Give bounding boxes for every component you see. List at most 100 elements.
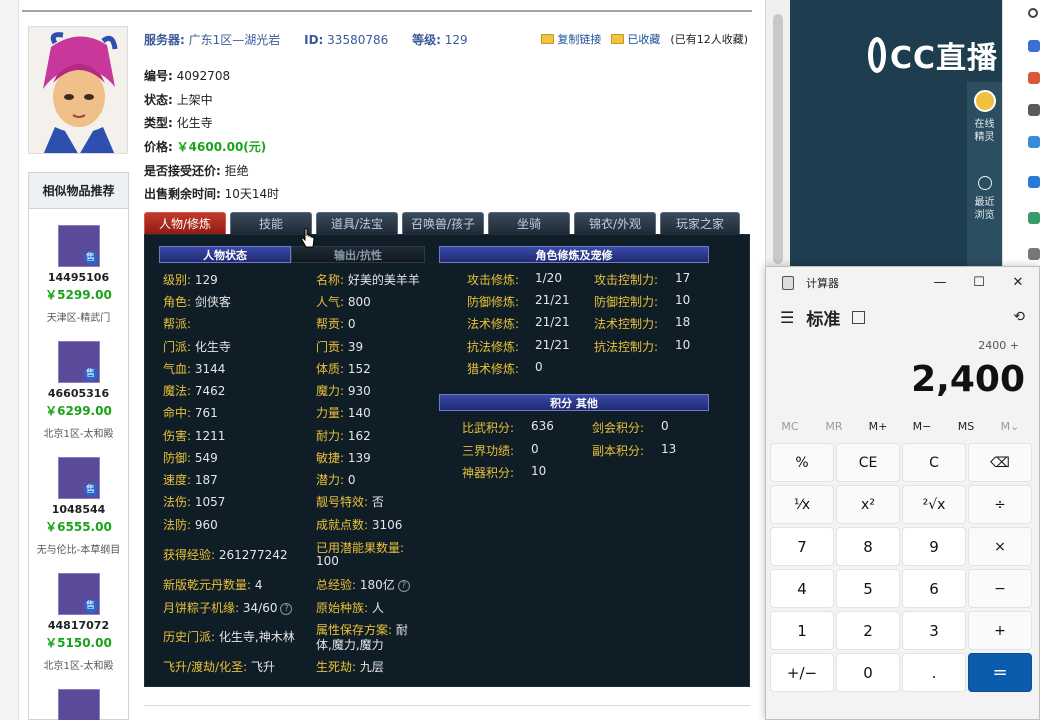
close-button[interactable]: ✕ [1008,273,1028,293]
add-icon[interactable] [1028,248,1040,260]
history-row: 历史门派: 化生寺,神木林 [163,630,295,644]
calculator-window: 计算器 — ☐ ✕ ☰ 标准 ⟲ 2400 + 2,400 MC MR M+ M… [765,266,1040,720]
sale-badge: 售 [83,599,98,613]
life-row: 生死劫: 九层 [316,660,384,674]
recommend-price: ￥6299.00 [45,404,112,418]
cult-row: 猎术修炼: [467,362,520,376]
help-icon[interactable]: ? [280,602,293,615]
digit-5-key[interactable]: 5 [836,569,900,608]
memory-clear-button[interactable]: MC [769,420,811,433]
extension-icon[interactable] [1028,212,1040,224]
memory-recall-button[interactable]: MR [813,420,855,433]
square-key[interactable]: x² [836,485,900,524]
stat-row: 角色: 剑侠客 [163,295,231,309]
calculator-titlebar[interactable]: 计算器 — ☐ ✕ [766,267,1040,299]
memory-subtract-button[interactable]: M− [901,420,943,433]
recommend-item[interactable]: 售 1048544 ￥6555.00 无与伦比-本草纲目 [29,457,128,556]
digit-4-key[interactable]: 4 [770,569,834,608]
tab-pets[interactable]: 召唤兽/孩子 [402,212,484,234]
digit-8-key[interactable]: 8 [836,527,900,566]
add-key[interactable]: + [968,611,1032,650]
toolbox-icon[interactable] [1028,72,1040,84]
digit-9-key[interactable]: 9 [902,527,966,566]
user-icon[interactable] [1028,104,1040,116]
section-status[interactable]: 人物状态 [159,246,291,263]
race-row: 原始种族: 人 [316,601,384,615]
sprite-avatar-icon [973,90,996,112]
tab-items[interactable]: 道具/法宝 [316,212,398,234]
equals-key[interactable]: = [968,653,1032,692]
digit-3-key[interactable]: 3 [902,611,966,650]
recommend-item[interactable] [29,689,128,720]
divide-key[interactable]: ÷ [968,485,1032,524]
negate-key[interactable]: +/− [770,653,834,692]
recommend-item[interactable]: 售 44817072 ￥5150.00 北京1区-太和殿 [29,573,128,672]
stat-row: 成就点数: 3106 [316,518,403,532]
cult-row: 攻击修炼: [467,273,520,287]
tab-mounts[interactable]: 坐骑 [488,212,570,234]
search-icon[interactable] [1028,8,1038,18]
collect-count: (已有12人收藏) [670,33,748,46]
reciprocal-key[interactable]: ⅟x [770,485,834,524]
digit-2-key[interactable]: 2 [836,611,900,650]
tab-home[interactable]: 玩家之家 [660,212,740,234]
recommend-server: 北京1区-太和殿 [43,429,114,440]
collected-button[interactable]: 已收藏 [611,31,660,47]
cult-value: 18 [675,315,691,329]
tab-character[interactable]: 人物/修炼 [144,212,226,234]
cult-value: 1/20 [535,271,562,285]
points-row: 神器积分: [462,466,515,480]
digit-0-key[interactable]: 0 [836,653,900,692]
result-display: 2,400 [911,359,1025,400]
detail-tabs: 人物/修炼 技能 道具/法宝 召唤兽/孩子 坐骑 锦衣/外观 玩家之家 [144,212,750,234]
percent-key[interactable]: % [770,443,834,482]
minimize-button[interactable]: — [930,273,950,293]
copy-link-button[interactable]: 复制链接 [541,31,601,47]
clear-key[interactable]: C [902,443,966,482]
memory-store-button[interactable]: MS [945,420,987,433]
recommend-item[interactable]: 售 46605316 ￥6299.00 北京1区-太和殿 [29,341,128,440]
cult-value: 21/21 [535,338,570,352]
keep-on-top-icon[interactable] [852,310,866,324]
outlook-icon[interactable] [1028,176,1040,188]
level-value: 129 [444,33,468,47]
mode-title: 标准 [806,309,841,330]
stat-row: 法防: 960 [163,518,218,532]
digit-7-key[interactable]: 7 [770,527,834,566]
item-thumbnail[interactable]: 售 [57,457,100,499]
recent-browse-label: 最近 浏览 [974,197,995,221]
tab-outfits[interactable]: 锦衣/外观 [574,212,656,234]
hamburger-menu-icon[interactable]: ☰ [780,308,794,327]
recent-browse-button[interactable]: 最近 浏览 [967,176,1002,222]
cult-row: 抗法控制力: [594,340,659,354]
recommend-id: 14495106 [47,271,110,284]
recommend-item[interactable]: 售 14495106 ￥5299.00 天津区-精武门 [29,225,128,324]
digit-6-key[interactable]: 6 [902,569,966,608]
cc-logo-icon [868,37,886,73]
subtract-key[interactable]: − [968,569,1032,608]
scrollbar-thumb[interactable] [773,14,783,264]
sqrt-key[interactable]: ²√x [902,485,966,524]
history-icon[interactable]: ⟲ [1013,309,1025,325]
online-sprite-label: 在线 精灵 [974,119,995,143]
stat-row: 防御: 549 [163,451,218,465]
stat-row: 伤害: 1211 [163,429,226,443]
maximize-button[interactable]: ☐ [969,273,989,293]
multiply-key[interactable]: × [968,527,1032,566]
online-sprite-button[interactable]: 在线 精灵 [967,90,1002,144]
item-thumbnail[interactable]: 售 [57,225,100,267]
points-value: 636 [531,419,554,433]
item-thumbnail[interactable]: 售 [57,573,100,615]
cloud-icon[interactable] [1028,136,1040,148]
backspace-key[interactable]: ⌫ [968,443,1032,482]
decimal-key[interactable]: . [902,653,966,692]
memory-add-button[interactable]: M+ [857,420,899,433]
memory-list-button[interactable]: M⌄ [989,420,1031,433]
help-icon[interactable]: ? [397,579,410,592]
clear-entry-key[interactable]: CE [836,443,900,482]
similar-items-sidebar: 相似物品推荐 售 14495106 ￥5299.00 天津区-精武门 售 466… [28,172,129,720]
app-icon[interactable] [1028,40,1040,52]
digit-1-key[interactable]: 1 [770,611,834,650]
item-thumbnail[interactable] [57,689,100,720]
item-thumbnail[interactable]: 售 [57,341,100,383]
